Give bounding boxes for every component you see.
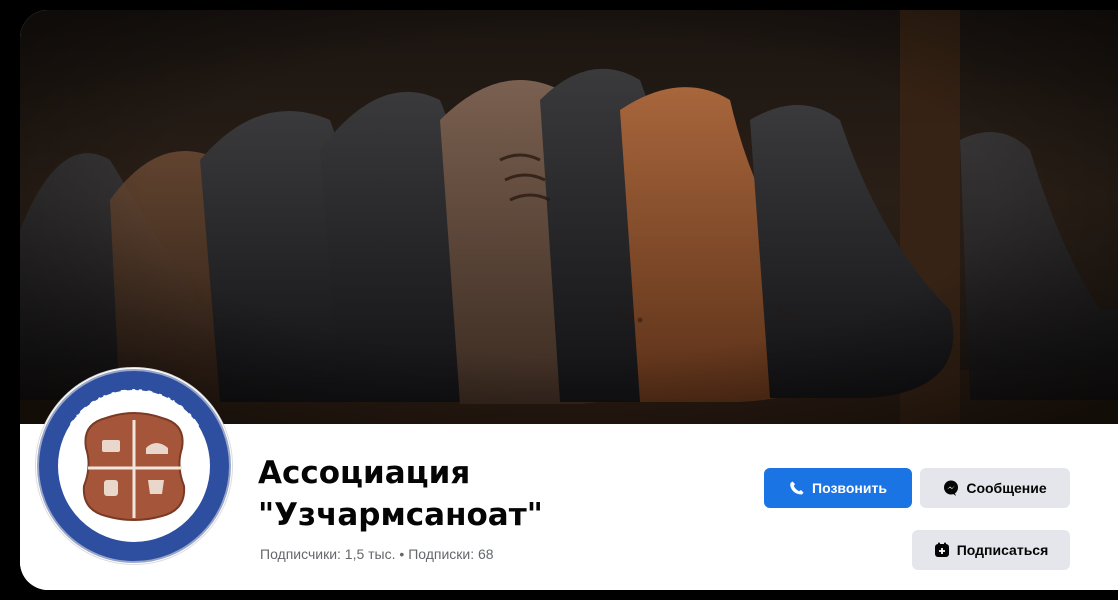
page-avatar[interactable]: O'ZCHARMSANOAT UZCHARMSANOAT — [36, 368, 232, 564]
call-button-label: Позвонить — [812, 480, 887, 496]
subscribe-button[interactable]: Подписаться — [912, 530, 1070, 570]
uzcharmsanoat-logo: O'ZCHARMSANOAT UZCHARMSANOAT — [37, 369, 231, 563]
messenger-icon — [943, 480, 959, 496]
message-button[interactable]: Сообщение — [920, 468, 1070, 508]
page-title-line2: "Узчармсаноат" — [258, 497, 543, 533]
phone-icon — [789, 480, 805, 496]
call-button[interactable]: Позвонить — [764, 468, 912, 508]
shoes-cover-image — [20, 10, 1118, 424]
cover-photo[interactable] — [20, 10, 1118, 424]
subscribe-button-label: Подписаться — [956, 542, 1049, 558]
message-button-label: Сообщение — [966, 480, 1047, 496]
page-title-line1: Ассоциация — [258, 455, 471, 491]
subscribe-icon — [934, 542, 950, 558]
page-title: Ассоциация "Узчармсаноат" — [258, 452, 678, 536]
followers-stats[interactable]: Подписчики: 1,5 тыс. • Подписки: 68 — [260, 546, 494, 562]
